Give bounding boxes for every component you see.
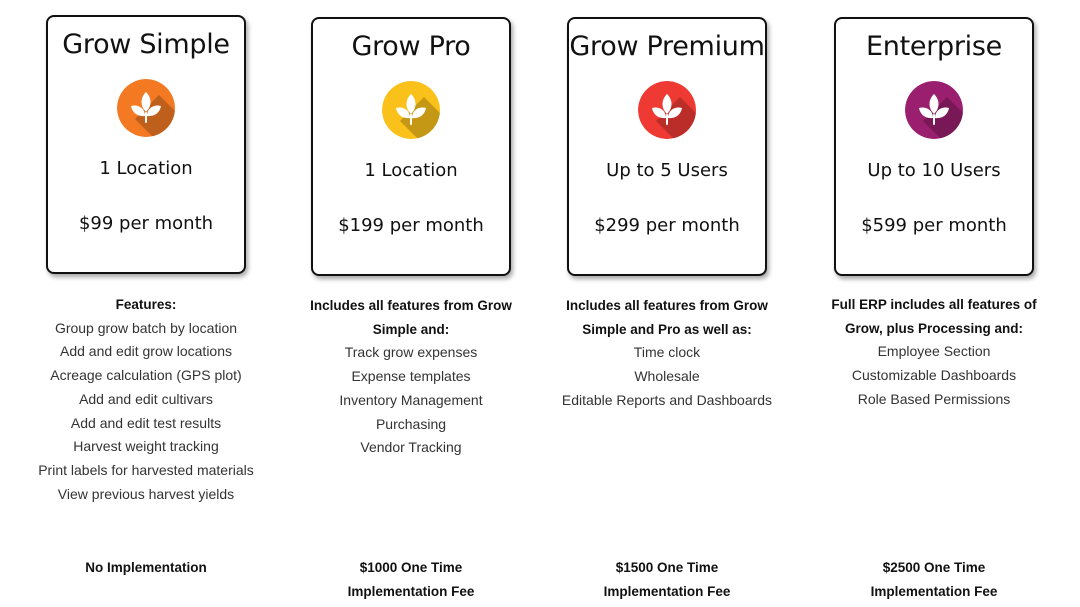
feature-item: Acreage calculation (GPS plot) bbox=[50, 367, 242, 384]
plan-title: Enterprise bbox=[866, 31, 1002, 62]
features-heading: Features: bbox=[115, 297, 177, 312]
feature-item: Print labels for harvested materials bbox=[38, 461, 254, 478]
leaf-icon bbox=[905, 81, 963, 139]
features-heading: Includes all features from Grow Simple a… bbox=[310, 298, 512, 337]
fee-line-1: No Implementation bbox=[85, 560, 207, 575]
plan-title: Grow Pro bbox=[351, 31, 471, 62]
fee-line-1: $2500 One Time bbox=[882, 560, 986, 575]
plan-features: Includes all features from Grow Simple a… bbox=[278, 294, 544, 460]
plan-price: $99 per month bbox=[78, 213, 214, 234]
plan-card[interactable]: Grow Simple 1 Location $99 per month bbox=[46, 15, 246, 274]
plan-price: $599 per month bbox=[861, 215, 1007, 236]
feature-item: Customizable Dashboards bbox=[851, 367, 1017, 384]
feature-item: Track grow expenses bbox=[344, 344, 478, 361]
feature-item: Expense templates bbox=[351, 368, 471, 385]
plan-title: Grow Simple bbox=[62, 29, 230, 60]
fee-line-2: Implementation Fee bbox=[870, 584, 998, 599]
plan-enterprise: Enterprise Up to 10 Users $599 per month… bbox=[801, 0, 1067, 607]
plan-capacity: Up to 5 Users bbox=[606, 160, 728, 181]
feature-item: Purchasing bbox=[375, 415, 447, 432]
fee-line-1: $1500 One Time bbox=[615, 560, 719, 575]
plan-features: Includes all features from Grow Simple a… bbox=[534, 294, 800, 413]
plan-card[interactable]: Enterprise Up to 10 Users $599 per month bbox=[834, 17, 1034, 276]
plan-title: Grow Premium bbox=[569, 31, 765, 62]
features-heading: Full ERP includes all features of Grow, … bbox=[831, 297, 1037, 336]
features-list: Group grow batch by location Add and edit… bbox=[13, 317, 279, 507]
plan-grow-premium: Grow Premium Up to 5 Users $299 per mont… bbox=[534, 0, 800, 607]
feature-item: Role Based Permissions bbox=[857, 390, 1011, 407]
features-list: Track grow expenses Expense templates Inve… bbox=[278, 341, 544, 460]
plan-features: Features: Group grow batch by location Ad… bbox=[13, 293, 279, 506]
leaf-icon bbox=[638, 81, 696, 139]
feature-item: Editable Reports and Dashboards bbox=[561, 391, 773, 408]
plan-price: $299 per month bbox=[594, 215, 740, 236]
plan-capacity: 1 Location bbox=[364, 160, 458, 181]
features-list: Employee Section Customizable Dashboards R… bbox=[801, 340, 1067, 411]
fee-line-2: Implementation Fee bbox=[347, 584, 475, 599]
leaf-icon bbox=[382, 81, 440, 139]
feature-item: View previous harvest yields bbox=[57, 485, 235, 502]
plan-grow-simple: Grow Simple 1 Location $99 per month Fea… bbox=[13, 0, 279, 607]
feature-item: Add and edit test results bbox=[70, 414, 222, 431]
features-list: Time clock Wholesale Editable Reports and … bbox=[534, 341, 800, 412]
implementation-fee: $2500 One Time Implementation Fee bbox=[801, 556, 1067, 604]
feature-item: Harvest weight tracking bbox=[73, 438, 219, 455]
feature-item: Add and edit cultivars bbox=[79, 390, 213, 407]
fee-line-2: Implementation Fee bbox=[603, 584, 731, 599]
plan-capacity: Up to 10 Users bbox=[867, 160, 1001, 181]
plan-features: Full ERP includes all features of Grow, … bbox=[801, 293, 1067, 412]
feature-item: Group grow batch by location bbox=[54, 319, 238, 336]
implementation-fee: $1000 One Time Implementation Fee bbox=[278, 556, 544, 604]
leaf-icon bbox=[117, 79, 175, 137]
plan-grow-pro: Grow Pro 1 Location $199 per month Inclu… bbox=[278, 0, 544, 607]
fee-line-1: $1000 One Time bbox=[359, 560, 463, 575]
feature-item: Employee Section bbox=[877, 343, 991, 360]
feature-item: Time clock bbox=[633, 344, 701, 361]
feature-item: Vendor Tracking bbox=[360, 439, 462, 456]
implementation-fee: $1500 One Time Implementation Fee bbox=[534, 556, 800, 604]
plan-capacity: 1 Location bbox=[99, 158, 193, 179]
implementation-fee: No Implementation bbox=[13, 556, 279, 580]
features-heading: Includes all features from Grow Simple a… bbox=[566, 298, 768, 337]
plan-price: $199 per month bbox=[338, 215, 484, 236]
feature-item: Inventory Management bbox=[339, 391, 483, 408]
feature-item: Wholesale bbox=[634, 368, 700, 385]
plan-card[interactable]: Grow Pro 1 Location $199 per month bbox=[311, 17, 511, 276]
plan-card[interactable]: Grow Premium Up to 5 Users $299 per mont… bbox=[567, 17, 767, 276]
feature-item: Add and edit grow locations bbox=[60, 343, 232, 360]
